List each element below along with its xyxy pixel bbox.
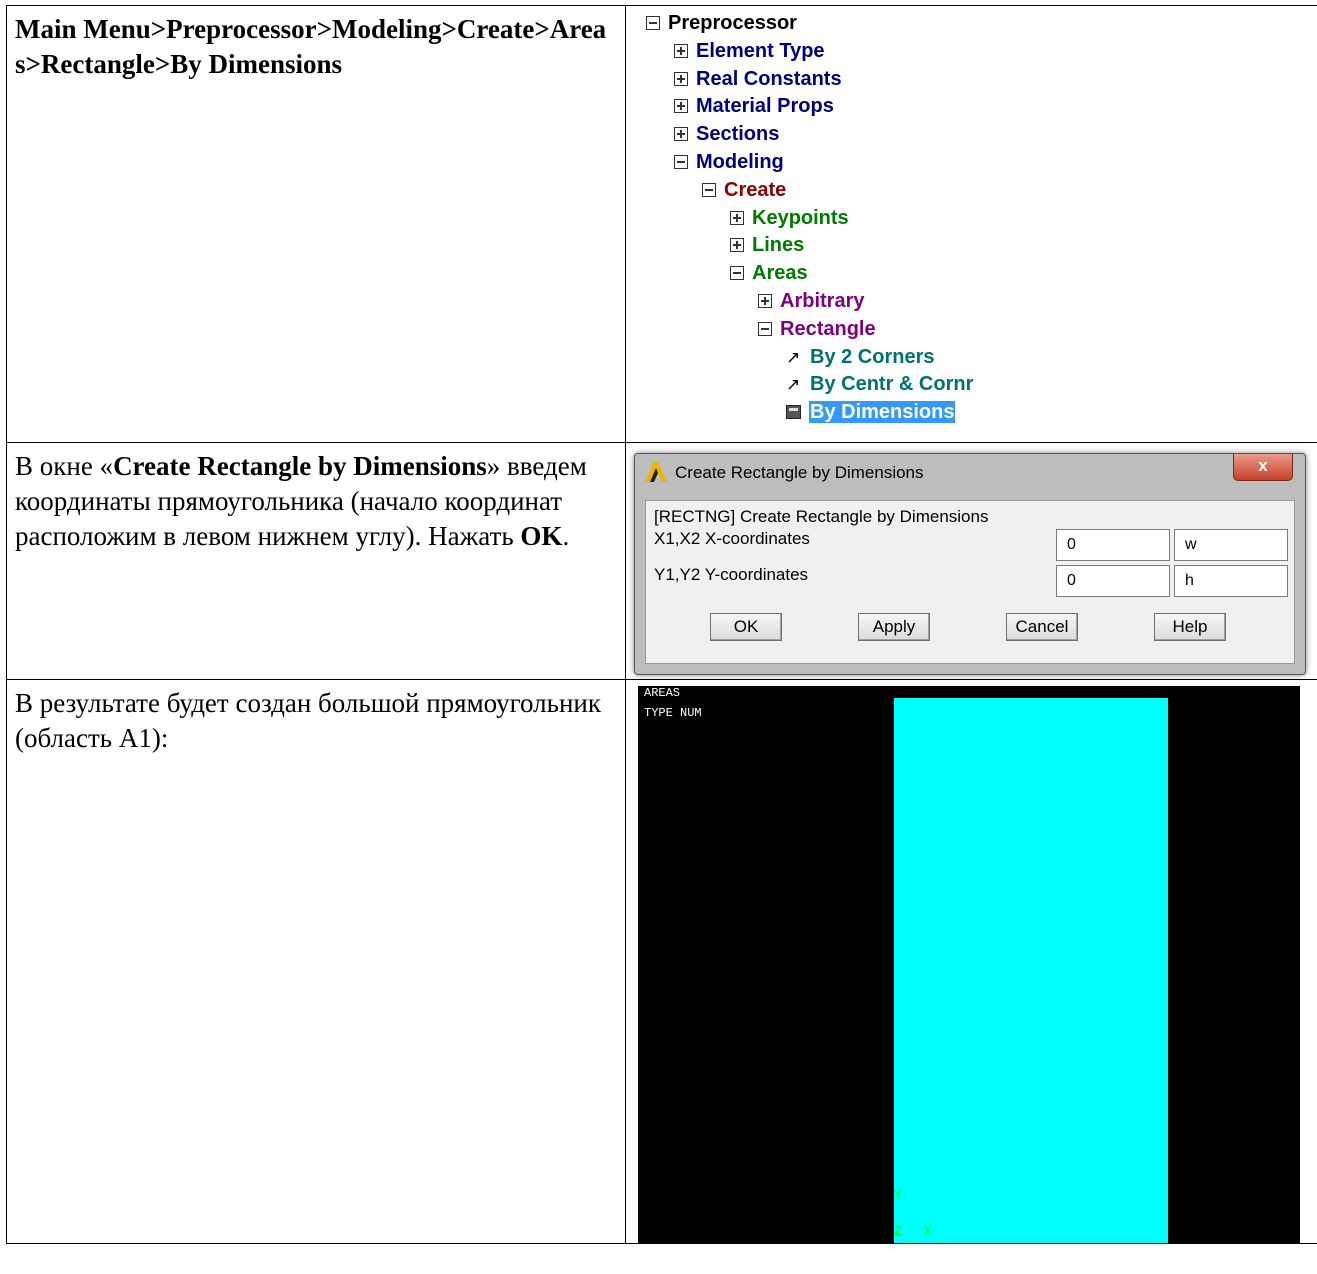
dialog-command-header: [RECTNG] Create Rectangle by Dimensions: [654, 507, 989, 526]
tree-item-rectangle[interactable]: Rectangle: [758, 316, 876, 342]
dialog-calculator-icon: [786, 405, 801, 420]
x2-input[interactable]: [1174, 529, 1288, 561]
tree-item-keypoints[interactable]: Keypoints: [730, 205, 849, 231]
tree-item-label: Element Type: [696, 39, 825, 62]
tree-item-label: Lines: [752, 234, 805, 257]
axis-x-label: X: [924, 1224, 932, 1239]
help-button[interactable]: Help: [1154, 613, 1226, 641]
result-text: В результате будет создан большой прямоу…: [15, 688, 601, 753]
tree-item-lines[interactable]: Lines: [730, 232, 804, 258]
tree-item-label: Arbitrary: [780, 290, 865, 312]
graphics-cell: AREAS TYPE NUM Y Z X: [625, 679, 1317, 1244]
x1-input[interactable]: [1056, 529, 1170, 561]
table-row: Main Menu>Preprocessor>Modeling>Create>A…: [6, 5, 1317, 443]
dialog-cell: Create Rectangle by Dimensions x [RECTNG…: [625, 442, 1317, 680]
ansys-logo-icon: [645, 462, 667, 482]
tree-item-label: Real Constants: [696, 67, 842, 90]
y2-input[interactable]: [1174, 565, 1288, 597]
collapse-icon[interactable]: [646, 16, 660, 30]
instruction-dialog-name: Create Rectangle by Dimensions: [113, 451, 487, 481]
expand-icon[interactable]: [758, 294, 772, 308]
tree-item-create[interactable]: Create: [702, 177, 786, 203]
tree-item-label: Create: [724, 178, 787, 201]
tree-item-modeling[interactable]: Modeling: [674, 149, 784, 175]
instruction-table: Main Menu>Preprocessor>Modeling>Create>A…: [6, 5, 1317, 1244]
dialog-title: Create Rectangle by Dimensions: [675, 463, 924, 482]
apply-button[interactable]: Apply: [858, 613, 930, 641]
tree-item-sections[interactable]: Sections: [674, 121, 779, 147]
instruction-ok: OK: [520, 521, 563, 551]
close-button[interactable]: x: [1233, 454, 1293, 481]
tree-item-label: Rectangle: [780, 317, 876, 340]
tree-item-label: Keypoints: [752, 206, 849, 229]
y-coordinates-label: Y1,Y2 Y-coordinates: [654, 565, 809, 584]
graphics-window[interactable]: AREAS TYPE NUM Y Z X: [638, 686, 1300, 1243]
tree-item-label: By Dimensions: [809, 401, 956, 424]
expand-icon[interactable]: [730, 238, 744, 253]
menu-path-text: Main Menu>Preprocessor>Modeling>Create>A…: [15, 14, 607, 79]
tree-item-by-2-corners[interactable]: ↗ By 2 Corners: [786, 344, 935, 370]
tree-item-by-centr-cornr[interactable]: ↗ By Centr & Cornr: [786, 371, 973, 397]
axis-z-label: Z: [894, 1224, 902, 1239]
areas-label: AREAS: [644, 686, 681, 700]
tree-item-element-type[interactable]: Element Type: [674, 38, 825, 64]
tree-item-preprocessor[interactable]: Preprocessor: [646, 10, 797, 36]
instruction-text: В окне «: [15, 451, 114, 481]
table-row: В окне «Create Rectangle by Dimensions» …: [6, 442, 1317, 680]
pick-arrow-icon: ↗: [786, 347, 801, 367]
tree-item-label: Modeling: [696, 151, 784, 173]
tree-item-label: Material Props: [696, 95, 834, 118]
type-num-label: TYPE NUM: [644, 706, 702, 720]
main-menu-tree: Preprocessor Element Type Real Constants Ma…: [626, 6, 1317, 442]
tree-item-real-constants[interactable]: Real Constants: [674, 66, 842, 92]
tree-item-areas[interactable]: Areas: [730, 260, 808, 286]
pick-arrow-icon: ↗: [786, 375, 801, 395]
dialog-instruction-cell: В окне «Create Rectangle by Dimensions» …: [6, 442, 626, 680]
tree-item-by-dimensions[interactable]: By Dimensions: [786, 399, 956, 425]
expand-icon[interactable]: [674, 71, 688, 86]
axis-y-label: Y: [894, 1188, 902, 1203]
tree-cell: Preprocessor Element Type Real Constants Ma…: [625, 5, 1317, 443]
result-instruction-cell: В результате будет создан большой прямоу…: [6, 679, 626, 1244]
y1-input[interactable]: [1056, 565, 1170, 597]
tree-item-label: By 2 Corners: [810, 345, 935, 368]
cancel-button[interactable]: Cancel: [1006, 613, 1078, 641]
tree-item-label: Sections: [696, 123, 780, 146]
tree-item-material-props[interactable]: Material Props: [674, 93, 834, 119]
expand-icon[interactable]: [730, 210, 744, 225]
tree-item-label: Preprocessor: [668, 12, 797, 34]
collapse-icon[interactable]: [730, 266, 744, 281]
table-row: В результате будет создан большой прямоу…: [6, 679, 1317, 1244]
collapse-icon[interactable]: [758, 321, 772, 336]
tree-item-label: By Centr & Cornr: [810, 373, 974, 396]
path-cell: Main Menu>Preprocessor>Modeling>Create>A…: [6, 5, 626, 443]
x-coordinates-label: X1,X2 X-coordinates: [654, 529, 810, 548]
instruction-text-end: .: [562, 521, 570, 551]
expand-icon[interactable]: [674, 43, 688, 58]
tree-item-label: Areas: [752, 262, 808, 285]
collapse-icon[interactable]: [702, 182, 716, 197]
tree-item-arbitrary[interactable]: Arbitrary: [758, 288, 864, 314]
area-a1-rectangle: [894, 698, 1168, 1243]
expand-icon[interactable]: [674, 99, 688, 114]
create-rectangle-dialog: Create Rectangle by Dimensions x [RECTNG…: [634, 453, 1306, 675]
dialog-titlebar[interactable]: Create Rectangle by Dimensions x: [635, 454, 1305, 490]
ok-button[interactable]: OK: [710, 613, 782, 641]
dialog-body: [RECTNG] Create Rectangle by Dimensions …: [645, 500, 1295, 664]
collapse-icon[interactable]: [674, 155, 688, 169]
expand-icon[interactable]: [674, 127, 688, 142]
